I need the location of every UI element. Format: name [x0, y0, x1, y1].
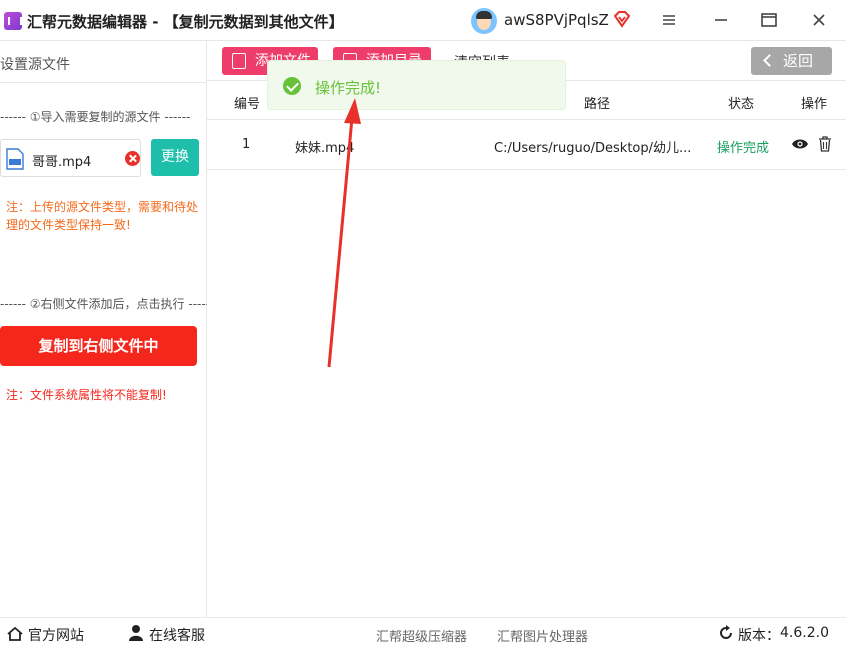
row-index: 1: [242, 137, 251, 152]
official-site-link[interactable]: 官方网站: [28, 625, 84, 645]
window-title: 汇帮元数据编辑器 - 【复制元数据到其他文件】: [27, 13, 344, 31]
toast-message: 操作完成!: [315, 79, 382, 97]
remove-file-icon[interactable]: [125, 151, 140, 166]
avatar[interactable]: [471, 8, 497, 34]
app-logo-icon: [4, 12, 22, 30]
row-status: 操作完成: [717, 141, 770, 156]
compressor-link[interactable]: 汇帮超级压缩器: [376, 626, 467, 645]
system-attr-note: 注：文件系统属性将不能复制!: [6, 388, 167, 402]
header-action: 操作: [801, 97, 828, 112]
trash-icon[interactable]: [818, 136, 832, 152]
minimize-icon[interactable]: [709, 8, 733, 32]
source-file-name: 哥哥.mp4: [32, 155, 92, 170]
user-icon: [129, 625, 143, 641]
source-file-panel: 设置源文件 ------ ①导入需要复制的源文件 ------ 哥哥.mp4 更…: [0, 41, 207, 617]
username-label[interactable]: awS8PVjPqlsZ: [504, 11, 609, 29]
panel-title: 设置源文件: [0, 57, 70, 73]
step1-label: ------ ①导入需要复制的源文件 ------: [0, 110, 191, 124]
eye-icon[interactable]: [791, 138, 809, 150]
home-icon: [7, 627, 23, 641]
back-label: 返回: [783, 52, 814, 70]
title-bar: 汇帮元数据编辑器 - 【复制元数据到其他文件】 awS8PVjPqlsZ: [0, 0, 846, 41]
video-file-icon: [6, 148, 24, 170]
version-number: 4.6.2.0: [780, 625, 829, 641]
divider: [0, 82, 207, 83]
row-file-name: 妹妹.mp4: [295, 141, 355, 156]
check-circle-icon: [283, 77, 301, 95]
vip-diamond-icon[interactable]: [612, 9, 632, 29]
row-path: C:/Users/ruguo/Desktop/幼儿...: [494, 141, 692, 156]
header-status: 状态: [728, 97, 755, 112]
table-row[interactable]: 1 妹妹.mp4 C:/Users/ruguo/Desktop/幼儿... 操作…: [207, 120, 846, 170]
step2-label: ------ ②右侧文件添加后，点击执行 ------: [0, 297, 207, 311]
source-file-box: 哥哥.mp4: [0, 139, 141, 177]
online-service-link[interactable]: 在线客服: [149, 625, 205, 645]
refresh-icon[interactable]: [718, 625, 734, 641]
version-label: 版本：: [738, 628, 780, 644]
menu-icon[interactable]: [657, 8, 681, 32]
footer-bar: 官方网站 在线客服 汇帮超级压缩器 汇帮图片处理器 版本： 4.6.2.0: [0, 617, 846, 645]
image-processor-link[interactable]: 汇帮图片处理器: [497, 626, 588, 645]
copy-to-right-button[interactable]: 复制到右侧文件中: [0, 326, 197, 366]
chevron-left-icon: [763, 54, 776, 67]
replace-button[interactable]: 更换: [151, 139, 199, 176]
back-button[interactable]: 返回: [751, 47, 832, 75]
header-index: 编号: [234, 97, 261, 112]
success-toast: 操作完成!: [267, 60, 566, 110]
add-file-icon: [232, 53, 246, 69]
close-icon[interactable]: [807, 8, 831, 32]
header-path: 路径: [584, 97, 611, 112]
file-type-note: 注：上传的源文件类型，需要和待处理的文件类型保持一致!: [6, 200, 199, 232]
maximize-icon[interactable]: [757, 8, 781, 32]
